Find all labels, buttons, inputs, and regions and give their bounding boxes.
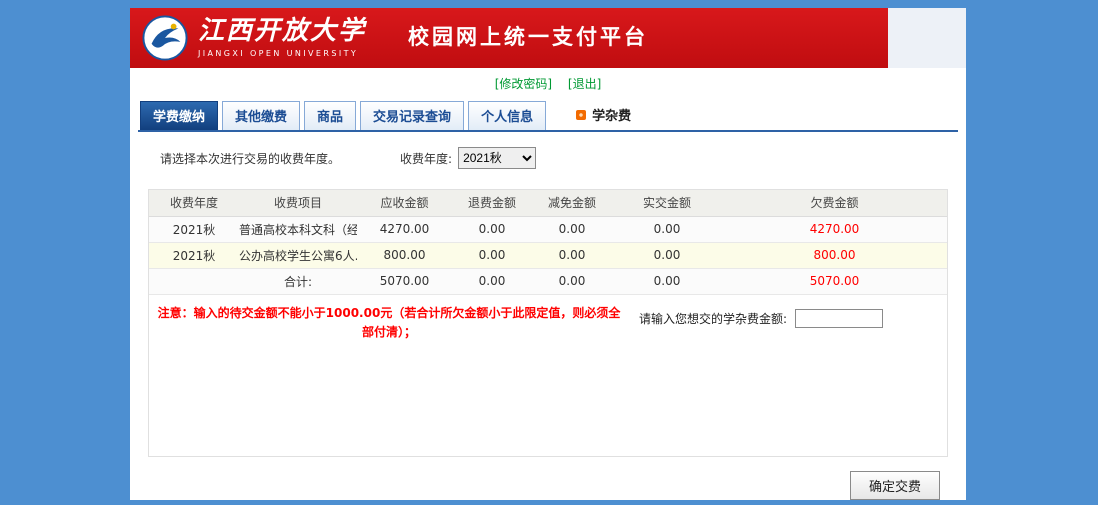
university-logo-icon xyxy=(142,15,188,61)
fees-table: 收费年度 收费项目 应收金额 退费金额 减免金额 实交金额 欠费金额 2021秋… xyxy=(149,190,947,295)
university-name-block: 江西开放大学 JIANGXI OPEN UNIVERSITY xyxy=(198,18,366,57)
tab-transaction-query[interactable]: 交易记录查询 xyxy=(360,101,464,130)
table-cell: 0.00 xyxy=(452,268,532,294)
table-row: 2021秋 普通高校本科文科（经... 4270.00 0.00 0.00 0.… xyxy=(149,216,947,242)
table-cell: 0.00 xyxy=(612,268,722,294)
amount-input-label: 请输入您想交的学杂费金额: xyxy=(639,310,787,327)
col-header-year: 收费年度 xyxy=(149,190,239,216)
banner-red-area: 江西开放大学 JIANGXI OPEN UNIVERSITY 校园网上统一支付平… xyxy=(130,8,888,68)
platform-title-reflection: 校园网上统一支付平台 xyxy=(408,51,648,66)
table-total-row: 合计: 5070.00 0.00 0.00 0.00 5070.00 xyxy=(149,268,947,294)
platform-title-block: 校园网上统一支付平台 校园网上统一支付平台 xyxy=(408,11,648,66)
banner-filler xyxy=(888,8,966,68)
tab-products[interactable]: 商品 xyxy=(304,101,356,130)
col-header-reduction: 减免金额 xyxy=(532,190,612,216)
university-name: 江西开放大学 xyxy=(198,18,366,45)
year-instruction-text: 请选择本次进行交易的收费年度。 xyxy=(160,150,340,167)
fee-amount-input[interactable] xyxy=(795,309,883,328)
tab-personal-info[interactable]: 个人信息 xyxy=(468,101,546,130)
col-header-receivable: 应收金额 xyxy=(357,190,452,216)
confirm-payment-button[interactable]: 确定交费 xyxy=(850,471,940,500)
account-links-row: [修改密码] [退出] xyxy=(130,68,966,97)
table-cell-total-label: 合计: xyxy=(239,268,357,294)
table-cell-owed: 4270.00 xyxy=(722,216,947,242)
table-cell: 0.00 xyxy=(532,242,612,268)
table-cell: 0.00 xyxy=(452,216,532,242)
page-background: 江西开放大学 JIANGXI OPEN UNIVERSITY 校园网上统一支付平… xyxy=(0,0,1098,505)
fee-category-marker-icon xyxy=(576,110,586,120)
header-banner: 江西开放大学 JIANGXI OPEN UNIVERSITY 校园网上统一支付平… xyxy=(130,8,966,68)
main-panel: 江西开放大学 JIANGXI OPEN UNIVERSITY 校园网上统一支付平… xyxy=(130,8,966,500)
university-name-en: JIANGXI OPEN UNIVERSITY xyxy=(198,49,366,58)
footer-row: 确定交费 xyxy=(130,457,966,500)
fee-category-label: 学杂费 xyxy=(592,105,631,124)
logout-link[interactable]: [退出] xyxy=(568,77,601,91)
col-header-paid: 实交金额 xyxy=(612,190,722,216)
year-filter-row: 请选择本次进行交易的收费年度。 收费年度: 2021秋 xyxy=(130,132,966,175)
table-cell: 2021秋 xyxy=(149,216,239,242)
fee-year-label: 收费年度: xyxy=(400,150,452,167)
tab-bar: 学费缴纳 其他缴费 商品 交易记录查询 个人信息 学杂费 xyxy=(138,101,958,132)
amount-input-group: 请输入您想交的学杂费金额: xyxy=(639,304,883,328)
change-password-link[interactable]: [修改密码] xyxy=(495,77,552,91)
table-cell: 5070.00 xyxy=(357,268,452,294)
table-cell: 800.00 xyxy=(357,242,452,268)
table-cell: 0.00 xyxy=(532,268,612,294)
table-cell-owed: 5070.00 xyxy=(722,268,947,294)
table-cell: 2021秋 xyxy=(149,242,239,268)
table-cell: 0.00 xyxy=(612,216,722,242)
tab-other-fees[interactable]: 其他缴费 xyxy=(222,101,300,130)
platform-title: 校园网上统一支付平台 xyxy=(408,21,648,51)
table-row: 2021秋 公办高校学生公寓6人... 800.00 0.00 0.00 0.0… xyxy=(149,242,947,268)
table-cell: 0.00 xyxy=(532,216,612,242)
table-header-row: 收费年度 收费项目 应收金额 退费金额 减免金额 实交金额 欠费金额 xyxy=(149,190,947,216)
col-header-refund: 退费金额 xyxy=(452,190,532,216)
table-cell: 普通高校本科文科（经... xyxy=(239,216,357,242)
table-cell: 0.00 xyxy=(452,242,532,268)
col-header-owed: 欠费金额 xyxy=(722,190,947,216)
amount-warning-text: 注意：输入的待交金额不能小于1000.00元（若合计所欠金额小于此限定值，则必须… xyxy=(155,304,623,342)
table-cell: 4270.00 xyxy=(357,216,452,242)
table-cell: 公办高校学生公寓6人... xyxy=(239,242,357,268)
col-header-item: 收费项目 xyxy=(239,190,357,216)
fees-table-container: 收费年度 收费项目 应收金额 退费金额 减免金额 实交金额 欠费金额 2021秋… xyxy=(148,189,948,457)
breadcrumb: 学杂费 xyxy=(576,105,631,130)
table-cell-owed: 800.00 xyxy=(722,242,947,268)
table-cell xyxy=(149,268,239,294)
tab-tuition-payment[interactable]: 学费缴纳 xyxy=(140,101,218,130)
table-cell: 0.00 xyxy=(612,242,722,268)
notice-row: 注意：输入的待交金额不能小于1000.00元（若合计所欠金额小于此限定值，则必须… xyxy=(149,295,947,342)
fee-year-select[interactable]: 2021秋 xyxy=(458,147,536,169)
